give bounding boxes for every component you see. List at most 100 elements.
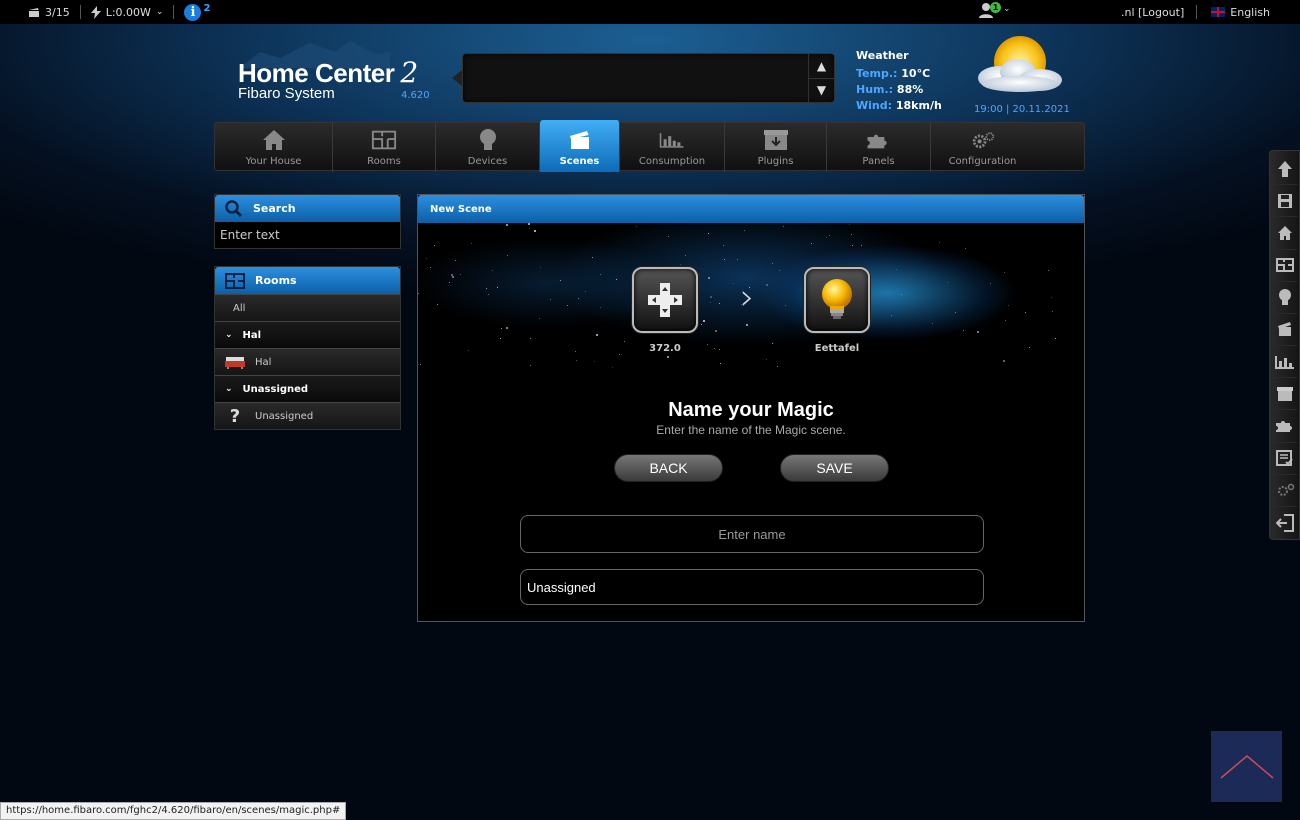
logo[interactable]: Home Center 2 Fibaro System 4.620: [238, 56, 430, 102]
star: [744, 230, 745, 231]
bulb-icon: [822, 279, 852, 319]
star: [468, 350, 469, 351]
power-readout[interactable]: L:0.00W ⌄: [81, 0, 174, 24]
chevron-right-icon: ›: [740, 277, 755, 318]
box-icon[interactable]: [1272, 378, 1297, 411]
star: [668, 236, 669, 237]
star: [594, 361, 595, 362]
puzzle-icon[interactable]: [1272, 410, 1297, 443]
chart-icon[interactable]: [1272, 346, 1297, 379]
scene-name-input[interactable]: [520, 515, 984, 553]
tab-label: Panels: [862, 156, 895, 167]
room-item-unassigned[interactable]: ? Unassigned: [215, 402, 400, 429]
tab-consumption[interactable]: Consumption: [620, 123, 725, 172]
star: [576, 360, 577, 361]
calendar-check-icon[interactable]: [1272, 443, 1297, 475]
star: [723, 245, 724, 246]
star: [460, 274, 461, 275]
save-button[interactable]: SAVE: [780, 454, 889, 482]
star: [685, 255, 686, 256]
info-button[interactable]: i 2: [174, 0, 220, 24]
weather-widget[interactable]: Weather Temp.: 10°C Hum.: 88% Wind: 18km…: [856, 48, 942, 114]
star: [455, 260, 456, 261]
logout-link[interactable]: .nl [Logout]: [1121, 6, 1196, 19]
bulb-icon[interactable]: [1272, 282, 1297, 314]
star: [667, 356, 669, 358]
tab-panels[interactable]: Panels: [827, 123, 931, 172]
language-selector[interactable]: English: [1197, 0, 1300, 24]
room-group-hal[interactable]: ⌄ Hal: [215, 321, 400, 348]
star: [811, 243, 812, 244]
search-input[interactable]: [215, 222, 400, 248]
star: [619, 354, 620, 355]
house-icon[interactable]: [1272, 217, 1297, 250]
star: [851, 234, 852, 235]
star: [430, 267, 431, 268]
rooms-panel-header: Rooms: [215, 267, 400, 294]
star: [578, 298, 579, 299]
star: [977, 331, 979, 333]
star: [955, 312, 956, 313]
star: [567, 305, 568, 306]
target-tile[interactable]: [804, 267, 870, 333]
arrow-up-icon[interactable]: [1272, 153, 1297, 186]
group-label: Hal: [242, 329, 262, 341]
user-menu[interactable]: 1 ⌄: [978, 1, 1011, 18]
star: [492, 270, 493, 271]
room-label: All: [233, 302, 246, 314]
scroll-to-top-button[interactable]: [1211, 731, 1282, 802]
star: [710, 302, 711, 303]
logo-main: Home Center: [238, 58, 395, 88]
tab-plugins[interactable]: Plugins: [725, 123, 827, 172]
room-group-unassigned[interactable]: ⌄ Unassigned: [215, 375, 400, 402]
tab-label: Scenes: [559, 156, 600, 167]
star: [707, 344, 708, 345]
rooms-icon[interactable]: [1272, 250, 1297, 282]
room-select[interactable]: Unassigned: [520, 569, 984, 605]
save-icon[interactable]: [1272, 185, 1297, 218]
star: [719, 349, 720, 350]
star: [939, 242, 940, 243]
exit-icon[interactable]: [1273, 507, 1297, 539]
chevron-down-icon: ⌄: [225, 384, 233, 394]
rooms-icon: [371, 128, 397, 152]
star: [737, 259, 738, 260]
chevron-down-icon[interactable]: ▼: [809, 79, 834, 103]
chevron-down-icon: ⌄: [225, 330, 233, 340]
star: [500, 338, 501, 339]
star: [530, 338, 531, 339]
clapper-icon[interactable]: [1272, 314, 1297, 347]
tab-label: Plugins: [757, 156, 794, 167]
star: [596, 334, 598, 336]
chevron-up-icon[interactable]: ▲: [809, 54, 834, 79]
tab-configuration[interactable]: Configuration: [931, 123, 1034, 172]
gamepad-icon: [648, 283, 682, 317]
star: [528, 223, 530, 225]
house-icon: [261, 128, 287, 152]
tab-scenes[interactable]: Scenes: [540, 120, 620, 172]
star: [746, 324, 748, 326]
star: [891, 315, 892, 316]
box-icon: [763, 128, 789, 152]
trigger-tile[interactable]: [632, 267, 698, 333]
star: [826, 237, 827, 238]
star: [550, 299, 551, 300]
star: [701, 324, 702, 325]
room-item-hal[interactable]: Hal: [215, 348, 400, 375]
tab-rooms[interactable]: Rooms: [333, 123, 436, 172]
back-button[interactable]: BACK: [614, 454, 723, 482]
gears-icon[interactable]: [1272, 475, 1297, 507]
top-bar: 3/15 L:0.00W ⌄ i 2 1 ⌄ .nl [Logout] Engl…: [0, 0, 1300, 24]
target-label: Eettafel: [814, 343, 860, 354]
star: [600, 307, 601, 308]
clapper-icon: [567, 128, 593, 152]
room-filter-all[interactable]: All: [215, 294, 400, 321]
star: [497, 287, 498, 288]
star: [703, 320, 705, 322]
partly-cloudy-icon: [978, 36, 1062, 92]
tab-your-house[interactable]: Your House: [215, 123, 333, 172]
scenes-counter[interactable]: 3/15: [0, 0, 80, 24]
tab-devices[interactable]: Devices: [436, 123, 540, 172]
rooms-panel: Rooms All ⌄ Hal Hal ⌄ Unassigned ? Unass…: [214, 266, 401, 430]
star: [529, 228, 530, 229]
